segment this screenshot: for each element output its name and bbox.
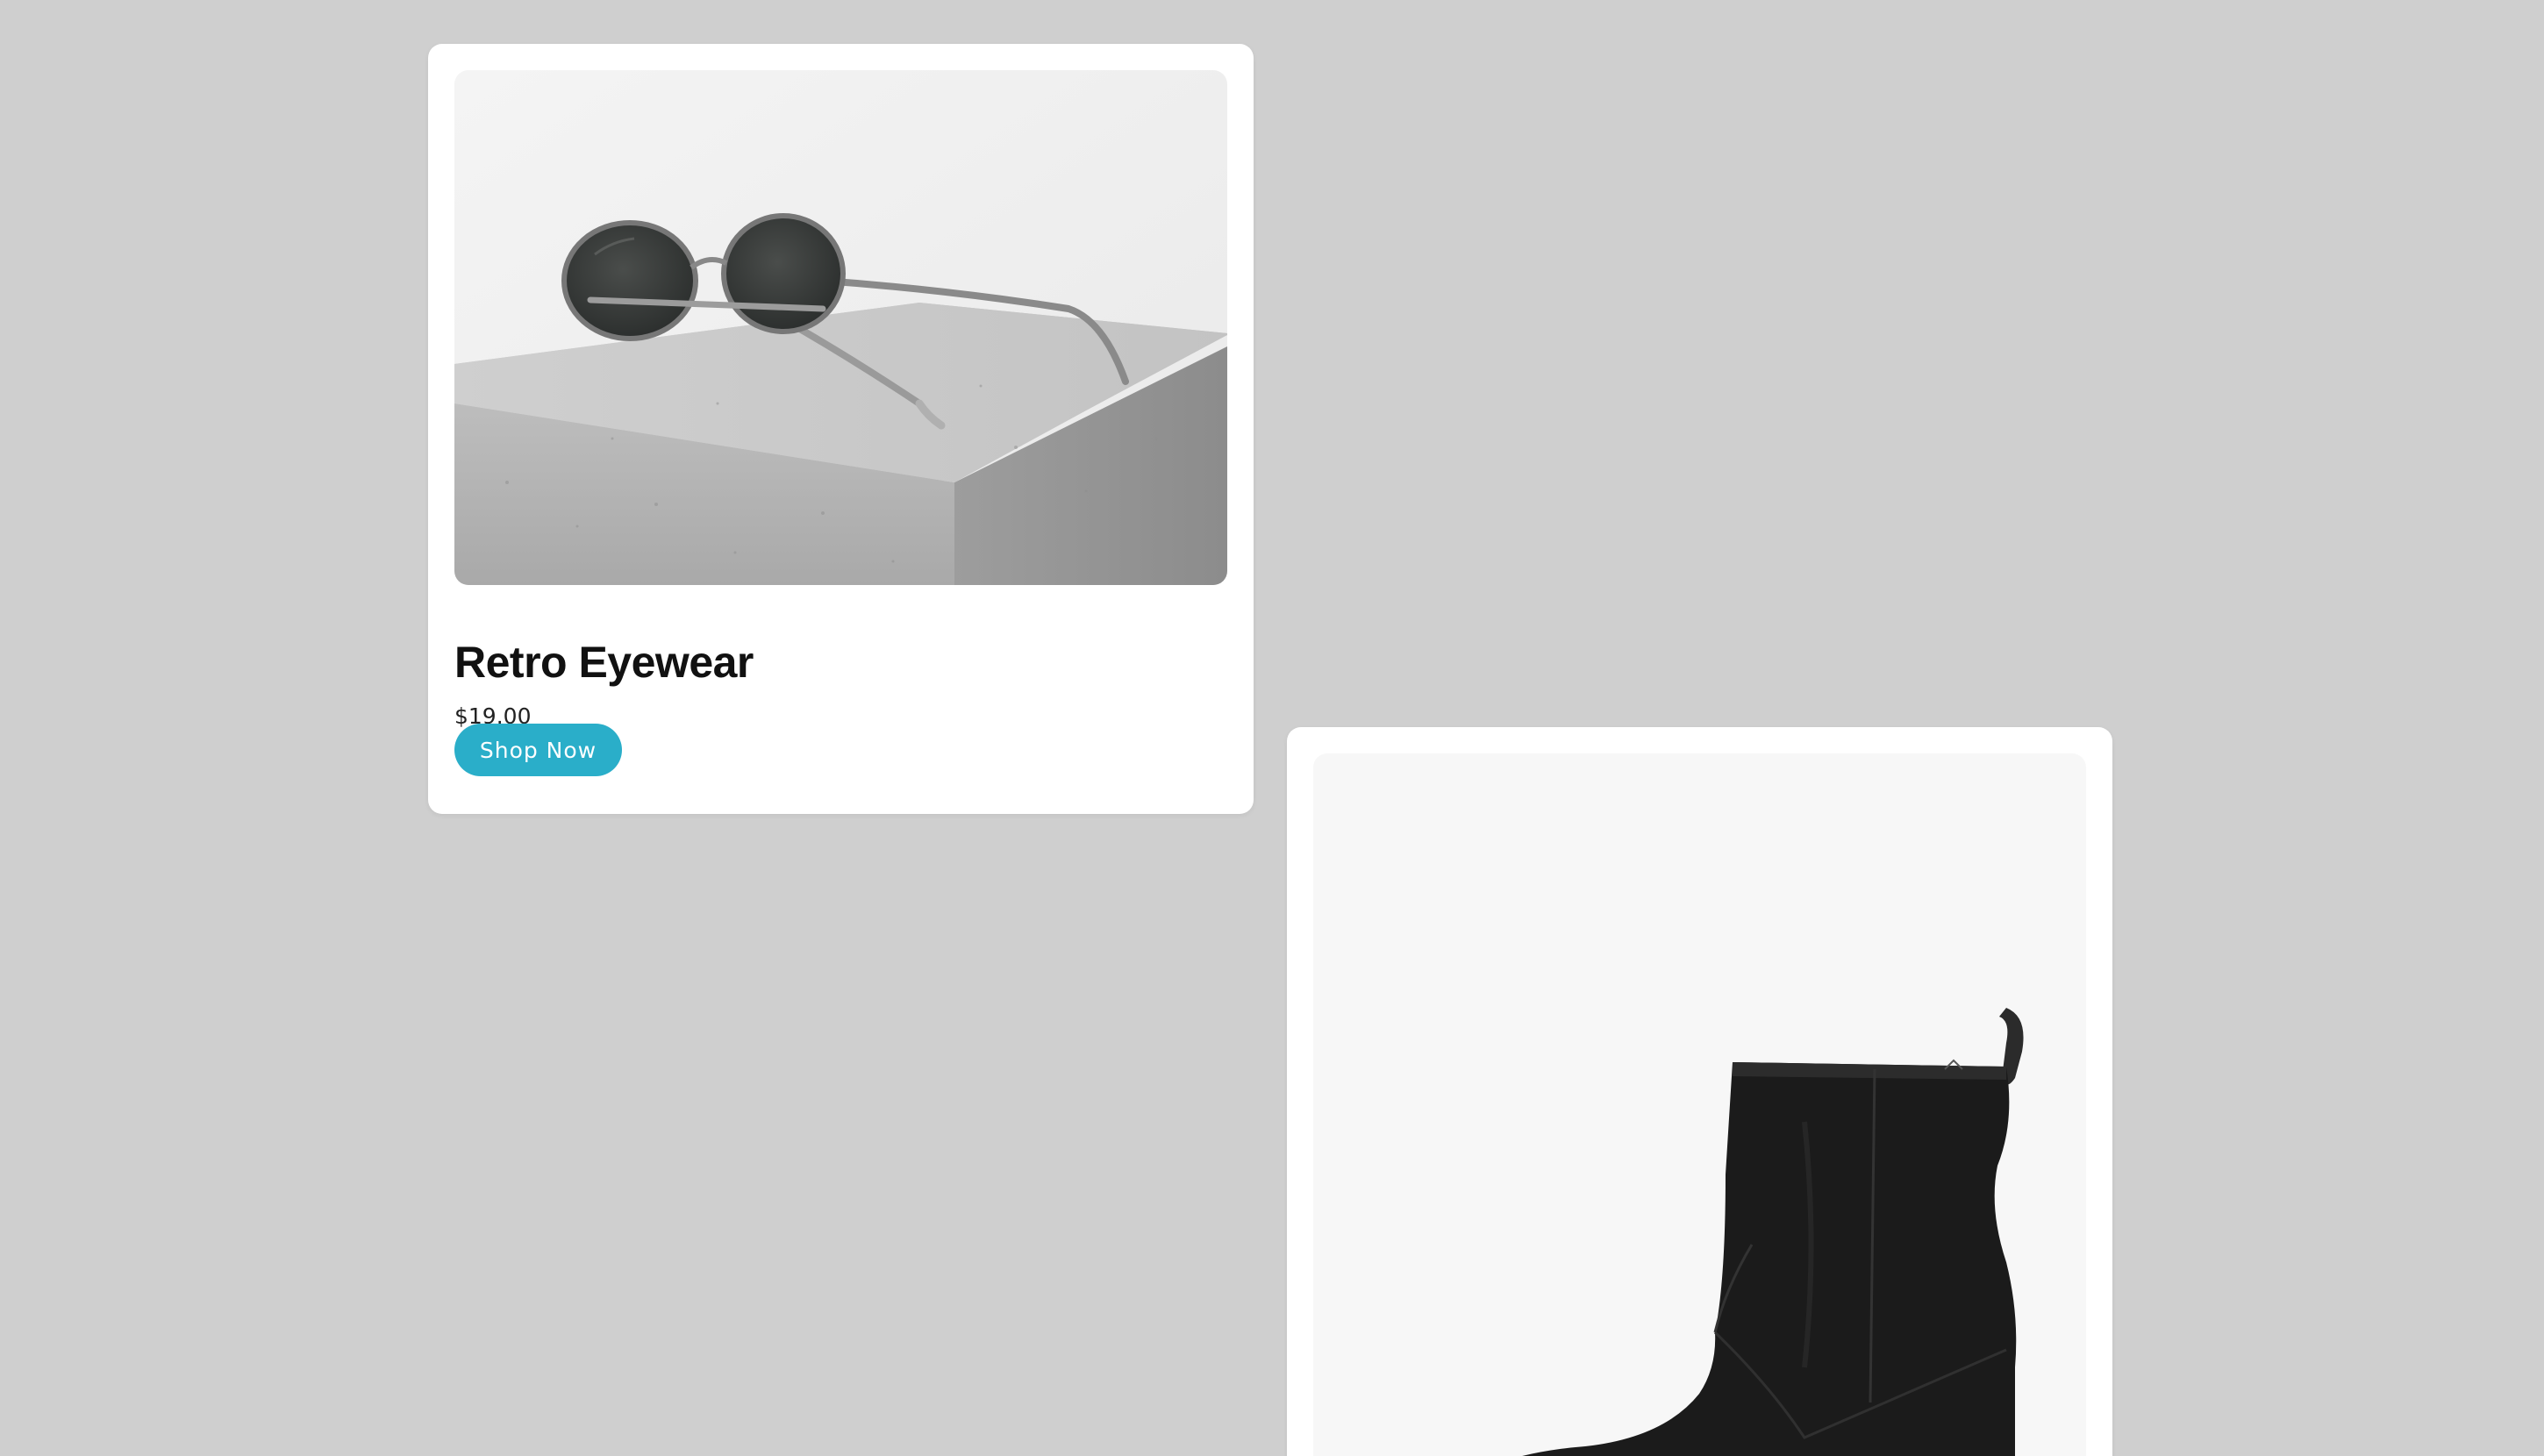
product-grid: Retro Eyewear $19.00 Shop Now bbox=[0, 0, 2544, 1456]
product-image-boot[interactable] bbox=[1313, 753, 2086, 1456]
product-card bbox=[1287, 727, 2112, 1456]
product-image-sunglasses[interactable] bbox=[454, 70, 1227, 585]
product-card: Retro Eyewear $19.00 Shop Now bbox=[428, 44, 1254, 814]
shop-now-button[interactable]: Shop Now bbox=[454, 724, 622, 776]
product-title: Retro Eyewear bbox=[454, 638, 754, 687]
